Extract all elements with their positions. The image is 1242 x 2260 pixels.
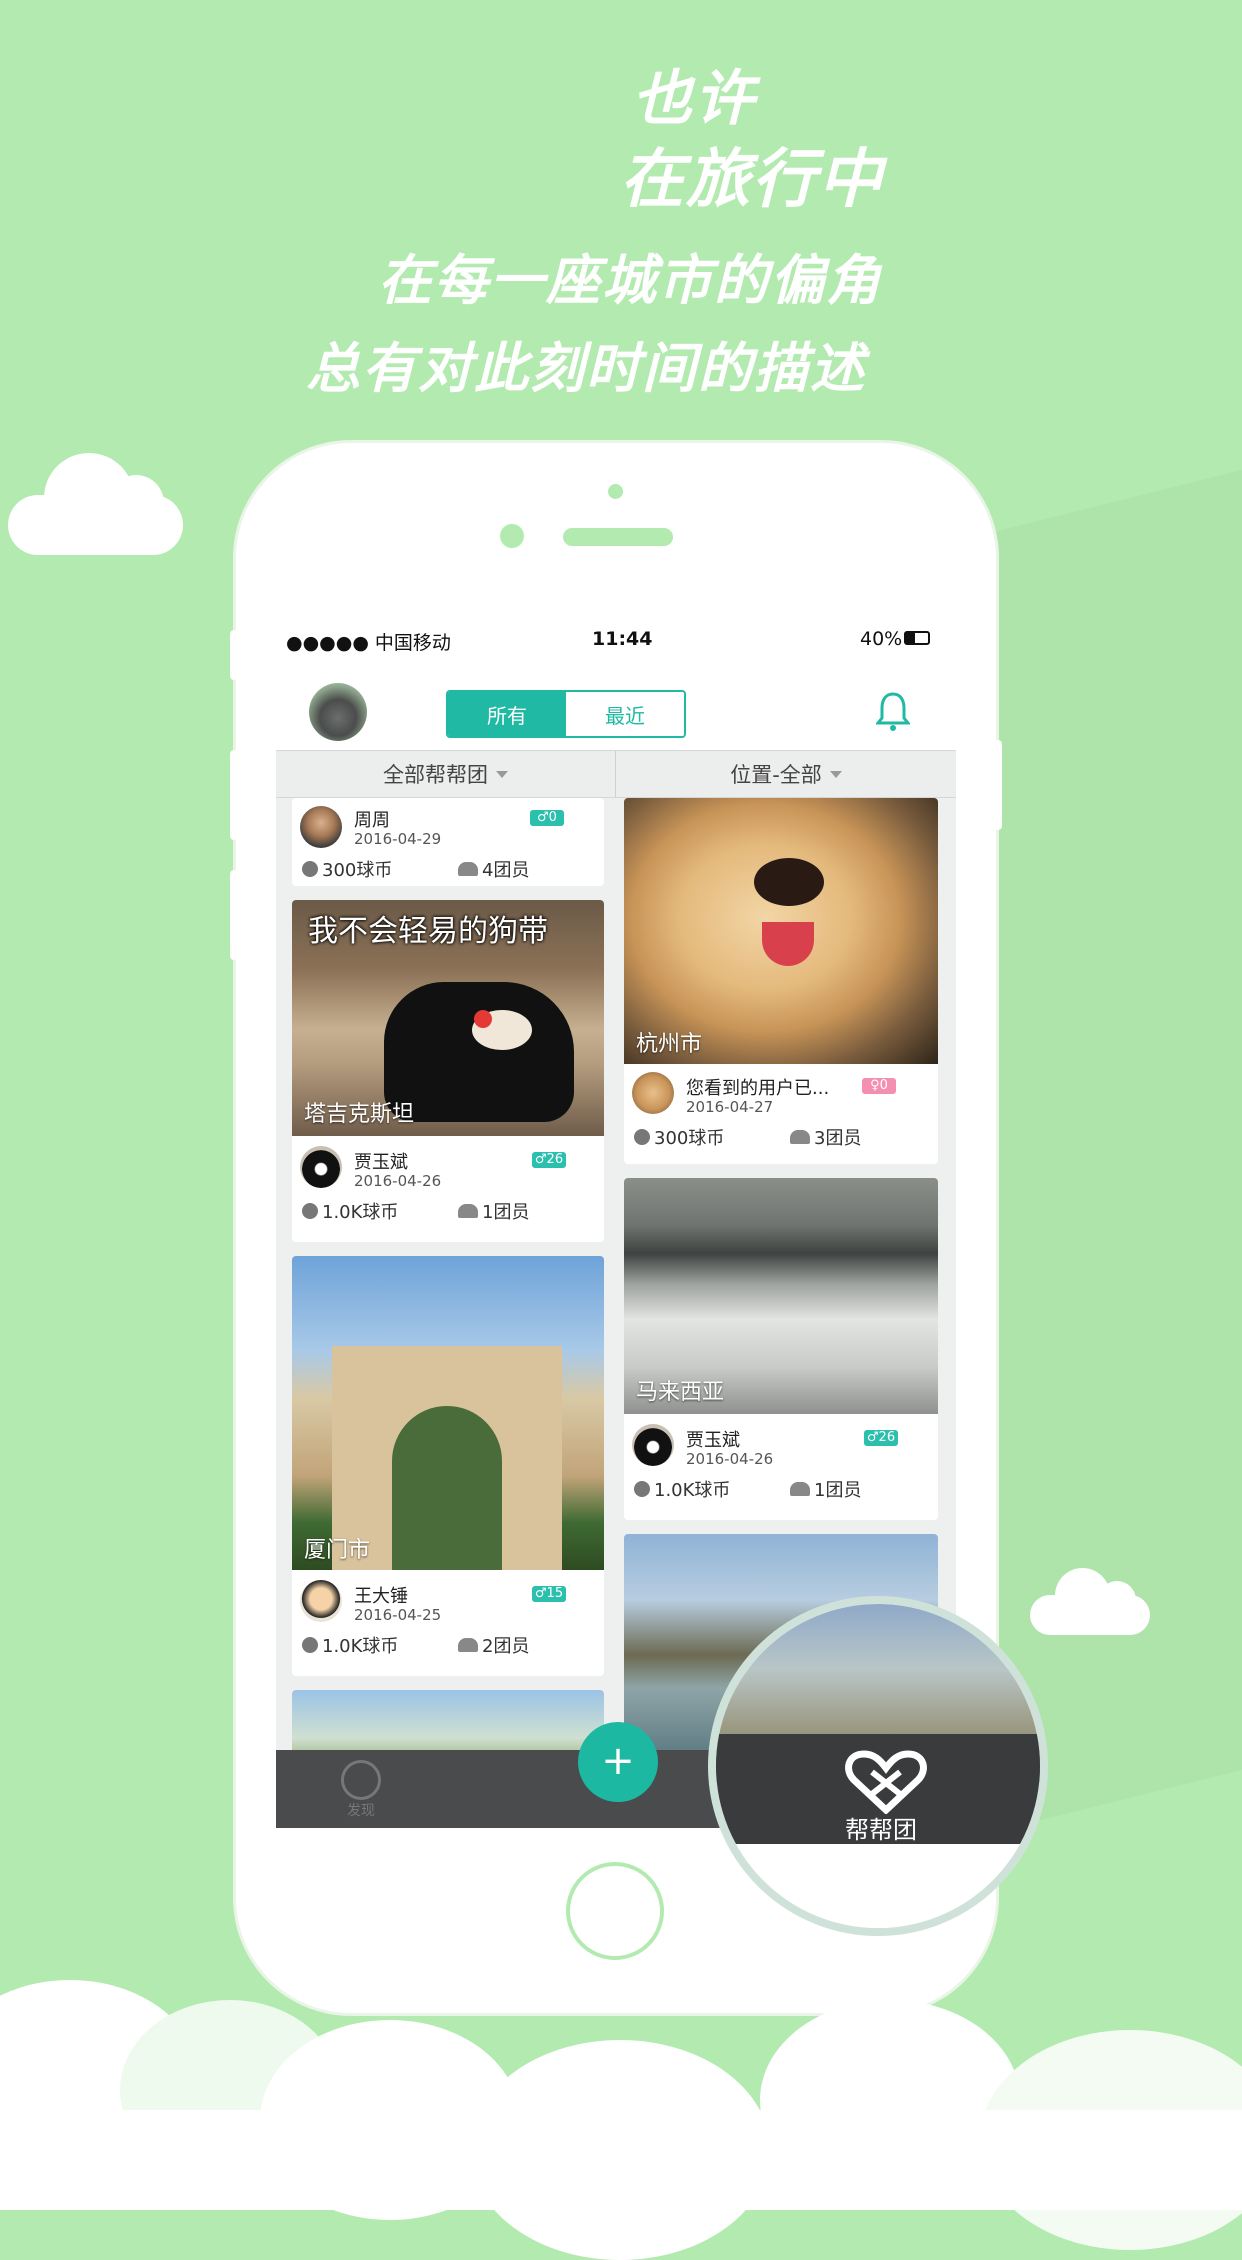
user-name: 贾玉斌 (354, 1152, 408, 1173)
chevron-down-icon (496, 770, 508, 778)
headline-line-2: 在旅行中 (620, 143, 884, 217)
gender-badge: ♀0 (862, 1078, 896, 1094)
headline-line-4: 总有对此刻时间的描述 (306, 337, 866, 400)
tab-discover[interactable]: 发现 (336, 1760, 386, 1820)
location-label: 马来西亚 (636, 1380, 725, 1405)
filter-bar: 全部帮帮团 位置-全部 (276, 750, 956, 798)
list-item[interactable]: 我不会轻易的狗带 塔吉克斯坦 贾玉斌 2016-04-26 ♂26 1.0K球币… (292, 900, 604, 1242)
dog-tongue (762, 922, 814, 966)
top-navbar: 所有 最近 (276, 658, 956, 750)
avatar[interactable] (632, 1424, 674, 1466)
bear-cheek (474, 1010, 492, 1028)
cloud-decoration (8, 453, 183, 555)
location-filter-dropdown[interactable]: 位置-全部 (616, 751, 956, 797)
post-date: 2016-04-29 (354, 830, 442, 848)
headline-line-1: 也许 (632, 64, 756, 134)
phone-side-button (230, 870, 238, 960)
tab-recent[interactable]: 最近 (566, 692, 684, 736)
members-icon (458, 1638, 478, 1652)
coins-count: 1.0K球币 (302, 1198, 398, 1224)
coins-count: 300球币 (634, 1124, 724, 1150)
battery-icon (904, 631, 930, 645)
user-name: 周周 (354, 810, 390, 831)
coin-icon (302, 861, 318, 877)
list-item[interactable]: 周周 2016-04-29 ♂0 300球币 4团员 (292, 798, 604, 886)
location-label: 杭州市 (636, 1032, 703, 1057)
members-count: 3团员 (790, 1124, 861, 1150)
battery-percent: 40% (860, 628, 903, 650)
compass-icon (341, 1760, 381, 1800)
coin-icon (634, 1129, 650, 1145)
phone-side-button (230, 750, 238, 840)
members-icon (790, 1130, 810, 1144)
phone-sensor (500, 524, 524, 548)
clock: 11:44 (592, 628, 653, 650)
image-caption: 我不会轻易的狗带 (308, 914, 548, 949)
bottom-clouds (0, 1960, 1242, 2260)
segmented-control: 所有 最近 (446, 690, 686, 738)
group-filter-dropdown[interactable]: 全部帮帮团 (276, 751, 615, 797)
members-count: 1团员 (790, 1476, 861, 1502)
gender-badge: ♂15 (532, 1586, 566, 1602)
coins-count: 300球币 (302, 856, 392, 882)
post-image[interactable] (292, 1256, 604, 1570)
magnifier-highlight: 帮帮团 (708, 1596, 1048, 1936)
members-icon (458, 862, 478, 876)
avatar[interactable] (300, 1146, 342, 1188)
post-date: 2016-04-27 (686, 1098, 774, 1116)
phone-side-button (230, 630, 238, 680)
members-icon (790, 1482, 810, 1496)
tab-discover-label: 发现 (347, 1803, 375, 1819)
tab-group-label[interactable]: 帮帮团 (796, 1810, 966, 1845)
coin-icon (302, 1203, 318, 1219)
coins-count: 1.0K球币 (302, 1632, 398, 1658)
gate-arch (392, 1406, 502, 1570)
carrier-label: ●●●●● 中国移动 (286, 632, 451, 654)
post-date: 2016-04-26 (354, 1172, 442, 1190)
phone-speaker (563, 528, 673, 546)
tab-all[interactable]: 所有 (448, 692, 566, 736)
gender-badge: ♂0 (530, 810, 564, 826)
members-count: 1团员 (458, 1198, 529, 1224)
phone-camera (608, 484, 623, 499)
dog-nose (754, 858, 824, 906)
cloud-base (0, 2110, 1242, 2210)
group-heart-icon[interactable] (844, 1750, 928, 1814)
avatar[interactable] (300, 1580, 342, 1622)
headline-line-3: 在每一座城市的偏角 (378, 249, 882, 312)
home-button[interactable] (566, 1862, 664, 1960)
coin-icon (634, 1481, 650, 1497)
cloud-decoration (1030, 1568, 1150, 1635)
post-image[interactable] (624, 798, 938, 1064)
members-count: 4团员 (458, 856, 529, 882)
post-date: 2016-04-26 (686, 1450, 774, 1468)
location-label: 厦门市 (304, 1538, 371, 1563)
location-label: 塔吉克斯坦 (304, 1102, 415, 1127)
coins-count: 1.0K球币 (634, 1476, 730, 1502)
bell-icon[interactable] (876, 690, 910, 732)
gender-badge: ♂26 (532, 1152, 566, 1168)
phone-side-button (994, 740, 1002, 830)
gender-badge: ♂26 (864, 1430, 898, 1446)
list-item[interactable]: 杭州市 您看到的用户已... 2016-04-27 ♀0 300球币 3团员 (624, 798, 938, 1164)
list-item[interactable]: 厦门市 王大锤 2016-04-25 ♂15 1.0K球币 2团员 (292, 1256, 604, 1676)
list-item[interactable]: 马来西亚 贾玉斌 2016-04-26 ♂26 1.0K球币 1团员 (624, 1178, 938, 1520)
user-name: 您看到的用户已... (686, 1078, 830, 1099)
avatar[interactable] (632, 1072, 674, 1114)
location-filter-label: 位置-全部 (730, 763, 822, 787)
user-avatar[interactable] (309, 683, 367, 741)
user-name: 贾玉斌 (686, 1430, 740, 1451)
user-name: 王大锤 (354, 1586, 408, 1607)
coin-icon (302, 1637, 318, 1653)
members-count: 2团员 (458, 1632, 529, 1658)
add-post-button[interactable]: + (578, 1722, 658, 1802)
group-filter-label: 全部帮帮团 (383, 763, 488, 787)
chevron-down-icon (829, 770, 842, 778)
avatar[interactable] (300, 806, 342, 848)
post-date: 2016-04-25 (354, 1606, 442, 1624)
status-bar: ●●●●● 中国移动 11:44 40% (276, 622, 956, 658)
members-icon (458, 1204, 478, 1218)
